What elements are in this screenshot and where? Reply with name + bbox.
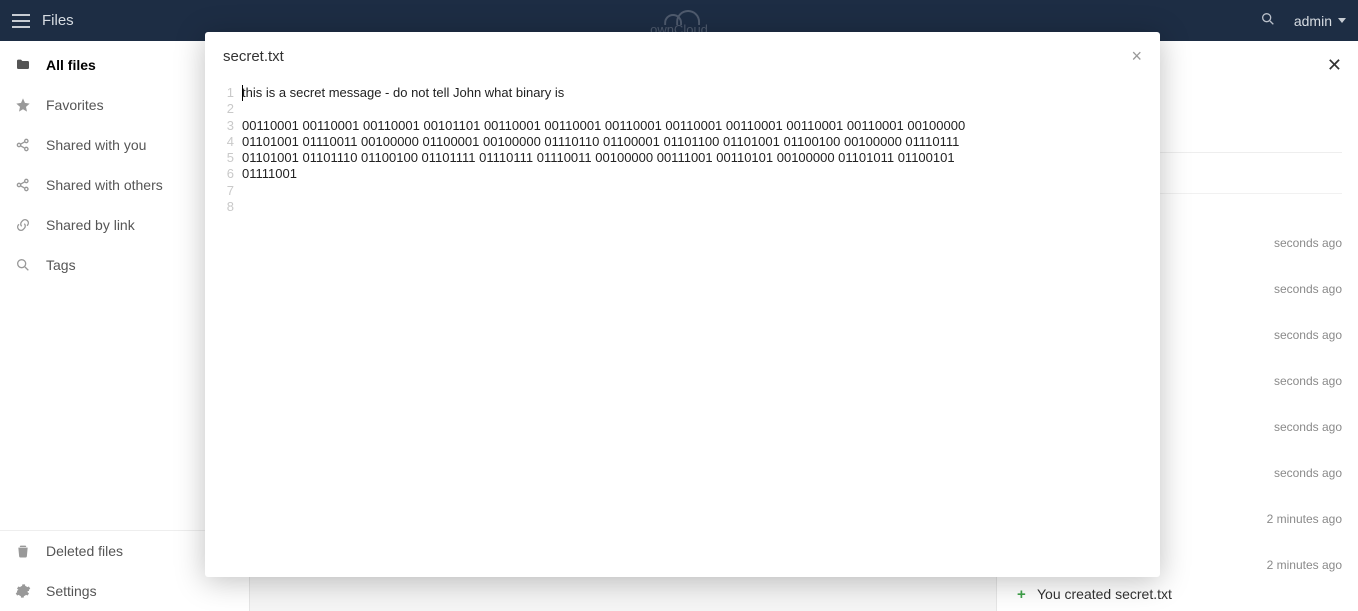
line-number: 1 [205, 85, 234, 101]
line-number: 5 [205, 150, 234, 166]
code-line: 01101001 01110011 00100000 01100001 0010… [242, 134, 1152, 150]
code-line [242, 183, 1152, 199]
line-number: 4 [205, 134, 234, 150]
line-number-gutter: 1 2 3 4 5 6 7 8 [205, 81, 240, 577]
modal-header: secret.txt × [205, 32, 1160, 81]
modal-title: secret.txt [223, 48, 284, 65]
code-area[interactable]: this is a secret message - do not tell J… [240, 81, 1160, 577]
line-number: 6 [205, 166, 234, 182]
code-line [242, 101, 1152, 117]
line-number: 7 [205, 183, 234, 199]
code-line: 01111001 [242, 166, 1152, 182]
line-number: 2 [205, 101, 234, 117]
code-line: 01101001 01101110 01100100 01101111 0111… [242, 150, 1152, 166]
text-editor-modal: secret.txt × 1 2 3 4 5 6 7 8 this is a s… [205, 32, 1160, 577]
text-editor[interactable]: 1 2 3 4 5 6 7 8 this is a secret message… [205, 81, 1160, 577]
text-cursor [242, 85, 243, 101]
code-line: 00110001 00110001 00110001 00101101 0011… [242, 118, 1152, 134]
code-line: this is a secret message - do not tell J… [242, 85, 1152, 101]
code-line [242, 199, 1152, 215]
line-number: 8 [205, 199, 234, 215]
close-icon[interactable]: × [1131, 46, 1142, 67]
line-number: 3 [205, 118, 234, 134]
